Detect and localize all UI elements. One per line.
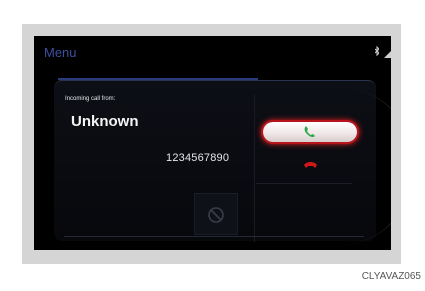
screen: Menu Incoming call from: Unknown 1234567… [34, 36, 391, 250]
figure-caption: CLYAVAZ065 [361, 271, 421, 282]
caller-number: 1234567890 [166, 152, 230, 164]
decorative-arc [334, 86, 391, 246]
display-frame: Menu Incoming call from: Unknown 1234567… [22, 24, 401, 264]
panel-bottom-line [64, 236, 364, 237]
mute-button[interactable] [194, 193, 238, 235]
panel-divider [254, 94, 255, 242]
decline-call-button[interactable] [296, 157, 326, 171]
menu-title[interactable]: Menu [44, 45, 77, 60]
bluetooth-icon [375, 46, 379, 57]
answer-call-button[interactable] [263, 122, 357, 142]
phone-hangup-icon [304, 158, 317, 168]
caller-name: Unknown [71, 113, 139, 130]
incoming-call-heading: Incoming call from: [65, 96, 116, 102]
button-separator [256, 183, 352, 184]
disabled-icon [207, 206, 225, 224]
phone-answer-icon [303, 125, 317, 139]
signal-icon [384, 46, 391, 58]
